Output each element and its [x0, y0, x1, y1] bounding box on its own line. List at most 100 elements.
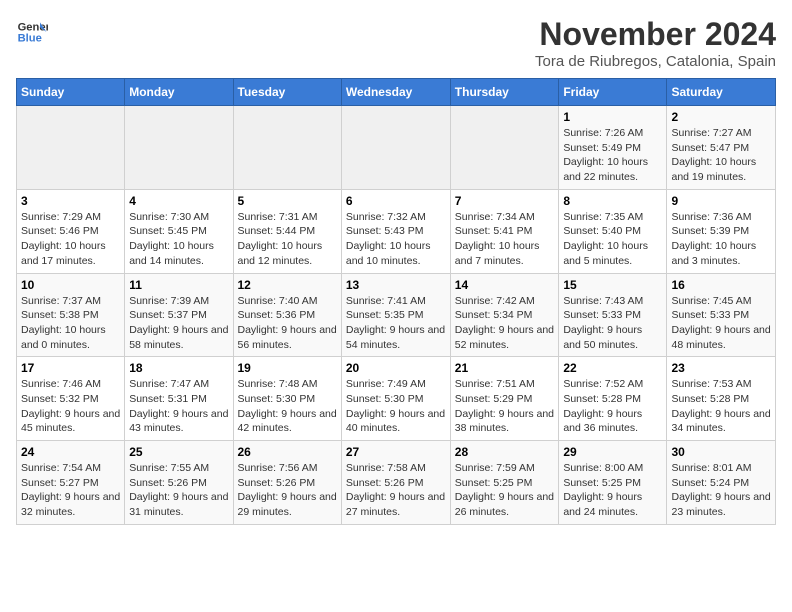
day-number: 8: [563, 194, 662, 208]
day-info: Sunrise: 7:52 AM Sunset: 5:28 PM Dayligh…: [563, 377, 662, 436]
day-number: 27: [346, 445, 446, 459]
calendar-cell: 9Sunrise: 7:36 AM Sunset: 5:39 PM Daylig…: [667, 189, 776, 273]
month-title: November 2024: [535, 16, 776, 53]
calendar-cell: 15Sunrise: 7:43 AM Sunset: 5:33 PM Dayli…: [559, 273, 667, 357]
day-info: Sunrise: 7:39 AM Sunset: 5:37 PM Dayligh…: [129, 294, 228, 353]
weekday-header-friday: Friday: [559, 79, 667, 106]
day-number: 16: [671, 278, 771, 292]
day-info: Sunrise: 7:49 AM Sunset: 5:30 PM Dayligh…: [346, 377, 446, 436]
day-info: Sunrise: 7:46 AM Sunset: 5:32 PM Dayligh…: [21, 377, 120, 436]
calendar-cell: 12Sunrise: 7:40 AM Sunset: 5:36 PM Dayli…: [233, 273, 341, 357]
logo: General Blue: [16, 16, 48, 48]
calendar-week-row: 10 Sunrise: 7:37 AM Sunset: 5:38 PM Dayli…: [17, 273, 776, 357]
calendar-week-row: 1 Sunrise: 7:26 AM Sunset: 5:49 PM Daylig…: [17, 106, 776, 190]
day-info: Sunrise: 7:26 AM Sunset: 5:49 PM Dayligh…: [563, 126, 662, 185]
weekday-header-saturday: Saturday: [667, 79, 776, 106]
day-number: 9: [671, 194, 771, 208]
day-info: Sunrise: 7:42 AM Sunset: 5:34 PM Dayligh…: [455, 294, 555, 353]
calendar-cell: 19 Sunrise: 7:48 AM Sunset: 5:30 PM Dayli…: [233, 357, 341, 441]
page-header: General Blue November 2024 Tora de Riubr…: [16, 16, 776, 70]
calendar-cell: 10 Sunrise: 7:37 AM Sunset: 5:38 PM Dayli…: [17, 273, 125, 357]
day-number: 15: [563, 278, 662, 292]
day-info: Sunrise: 7:53 AM Sunset: 5:28 PM Dayligh…: [671, 377, 771, 436]
calendar-cell: 29 Sunrise: 8:00 AM Sunset: 5:25 PM Dayli…: [559, 441, 667, 525]
day-info: Sunrise: 7:55 AM Sunset: 5:26 PM Dayligh…: [129, 461, 228, 520]
calendar-cell: 11 Sunrise: 7:39 AM Sunset: 5:37 PM Dayli…: [125, 273, 233, 357]
svg-text:General: General: [18, 21, 48, 33]
calendar-cell: [17, 106, 125, 190]
calendar-cell: 28Sunrise: 7:59 AM Sunset: 5:25 PM Dayli…: [450, 441, 559, 525]
day-number: 7: [455, 194, 555, 208]
calendar-cell: 8 Sunrise: 7:35 AM Sunset: 5:40 PM Daylig…: [559, 189, 667, 273]
calendar-cell: 16Sunrise: 7:45 AM Sunset: 5:33 PM Dayli…: [667, 273, 776, 357]
day-number: 13: [346, 278, 446, 292]
day-number: 1: [563, 110, 662, 124]
calendar-cell: 14Sunrise: 7:42 AM Sunset: 5:34 PM Dayli…: [450, 273, 559, 357]
day-number: 23: [671, 361, 771, 375]
calendar-cell: 20 Sunrise: 7:49 AM Sunset: 5:30 PM Dayli…: [341, 357, 450, 441]
day-info: Sunrise: 7:47 AM Sunset: 5:31 PM Dayligh…: [129, 377, 228, 436]
day-info: Sunrise: 7:51 AM Sunset: 5:29 PM Dayligh…: [455, 377, 555, 436]
day-info: Sunrise: 7:58 AM Sunset: 5:26 PM Dayligh…: [346, 461, 446, 520]
day-info: Sunrise: 7:27 AM Sunset: 5:47 PM Dayligh…: [671, 126, 771, 185]
svg-text:Blue: Blue: [18, 33, 42, 45]
calendar-cell: 25Sunrise: 7:55 AM Sunset: 5:26 PM Dayli…: [125, 441, 233, 525]
calendar-week-row: 17 Sunrise: 7:46 AM Sunset: 5:32 PM Dayli…: [17, 357, 776, 441]
day-number: 22: [563, 361, 662, 375]
calendar-cell: 4 Sunrise: 7:30 AM Sunset: 5:45 PM Daylig…: [125, 189, 233, 273]
day-number: 3: [21, 194, 120, 208]
calendar-table: SundayMondayTuesdayWednesdayThursdayFrid…: [16, 78, 776, 525]
day-info: Sunrise: 7:59 AM Sunset: 5:25 PM Dayligh…: [455, 461, 555, 520]
weekday-header-thursday: Thursday: [450, 79, 559, 106]
calendar-cell: 13Sunrise: 7:41 AM Sunset: 5:35 PM Dayli…: [341, 273, 450, 357]
day-number: 17: [21, 361, 120, 375]
calendar-week-row: 3 Sunrise: 7:29 AM Sunset: 5:46 PM Daylig…: [17, 189, 776, 273]
day-number: 5: [238, 194, 337, 208]
location-subtitle: Tora de Riubregos, Catalonia, Spain: [535, 53, 776, 70]
calendar-cell: 7 Sunrise: 7:34 AM Sunset: 5:41 PM Daylig…: [450, 189, 559, 273]
day-info: Sunrise: 7:56 AM Sunset: 5:26 PM Dayligh…: [238, 461, 337, 520]
day-info: Sunrise: 7:48 AM Sunset: 5:30 PM Dayligh…: [238, 377, 337, 436]
calendar-cell: 1 Sunrise: 7:26 AM Sunset: 5:49 PM Daylig…: [559, 106, 667, 190]
day-number: 4: [129, 194, 228, 208]
calendar-cell: 3 Sunrise: 7:29 AM Sunset: 5:46 PM Daylig…: [17, 189, 125, 273]
calendar-cell: [450, 106, 559, 190]
calendar-cell: [233, 106, 341, 190]
day-info: Sunrise: 7:31 AM Sunset: 5:44 PM Dayligh…: [238, 210, 337, 269]
day-info: Sunrise: 8:00 AM Sunset: 5:25 PM Dayligh…: [563, 461, 662, 520]
day-info: Sunrise: 7:29 AM Sunset: 5:46 PM Dayligh…: [21, 210, 120, 269]
day-number: 6: [346, 194, 446, 208]
day-info: Sunrise: 7:37 AM Sunset: 5:38 PM Dayligh…: [21, 294, 120, 353]
day-number: 18: [129, 361, 228, 375]
day-number: 19: [238, 361, 337, 375]
day-number: 30: [671, 445, 771, 459]
calendar-cell: 6 Sunrise: 7:32 AM Sunset: 5:43 PM Daylig…: [341, 189, 450, 273]
day-number: 10: [21, 278, 120, 292]
calendar-cell: 30Sunrise: 8:01 AM Sunset: 5:24 PM Dayli…: [667, 441, 776, 525]
day-number: 2: [671, 110, 771, 124]
calendar-cell: 2 Sunrise: 7:27 AM Sunset: 5:47 PM Daylig…: [667, 106, 776, 190]
calendar-cell: 18 Sunrise: 7:47 AM Sunset: 5:31 PM Dayli…: [125, 357, 233, 441]
day-info: Sunrise: 7:30 AM Sunset: 5:45 PM Dayligh…: [129, 210, 228, 269]
logo-icon: General Blue: [16, 16, 48, 48]
day-number: 21: [455, 361, 555, 375]
calendar-cell: [125, 106, 233, 190]
day-number: 11: [129, 278, 228, 292]
day-number: 12: [238, 278, 337, 292]
day-info: Sunrise: 7:54 AM Sunset: 5:27 PM Dayligh…: [21, 461, 120, 520]
weekday-header-row: SundayMondayTuesdayWednesdayThursdayFrid…: [17, 79, 776, 106]
calendar-cell: 21 Sunrise: 7:51 AM Sunset: 5:29 PM Dayli…: [450, 357, 559, 441]
calendar-cell: 23 Sunrise: 7:53 AM Sunset: 5:28 PM Dayli…: [667, 357, 776, 441]
day-info: Sunrise: 7:35 AM Sunset: 5:40 PM Dayligh…: [563, 210, 662, 269]
calendar-cell: 24Sunrise: 7:54 AM Sunset: 5:27 PM Dayli…: [17, 441, 125, 525]
day-number: 29: [563, 445, 662, 459]
day-info: Sunrise: 7:32 AM Sunset: 5:43 PM Dayligh…: [346, 210, 446, 269]
day-number: 20: [346, 361, 446, 375]
calendar-cell: 22 Sunrise: 7:52 AM Sunset: 5:28 PM Dayli…: [559, 357, 667, 441]
calendar-week-row: 24Sunrise: 7:54 AM Sunset: 5:27 PM Dayli…: [17, 441, 776, 525]
weekday-header-wednesday: Wednesday: [341, 79, 450, 106]
day-number: 26: [238, 445, 337, 459]
title-area: November 2024 Tora de Riubregos, Catalon…: [535, 16, 776, 70]
day-info: Sunrise: 7:34 AM Sunset: 5:41 PM Dayligh…: [455, 210, 555, 269]
calendar-cell: 27 Sunrise: 7:58 AM Sunset: 5:26 PM Dayli…: [341, 441, 450, 525]
